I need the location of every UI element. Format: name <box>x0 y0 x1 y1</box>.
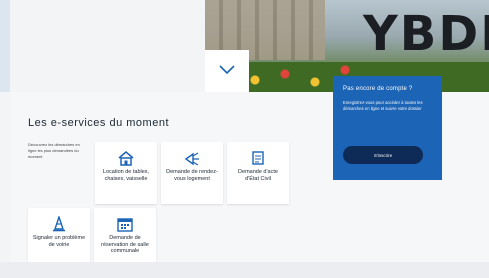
chevron-down-icon[interactable] <box>219 64 235 76</box>
section-intro: Découvrez les démarches en ligne les plu… <box>28 142 80 159</box>
eservice-tile-location-tables[interactable]: Location de tables, chaises, vaisselle <box>95 142 157 204</box>
left-panel <box>0 0 10 92</box>
eservice-tile-label: Signaler un problème de voirie <box>32 235 86 248</box>
eservice-tile-label: Demande de réservation de salle communal… <box>101 235 149 254</box>
eservice-tile-voirie[interactable]: Signaler un problème de voirie <box>28 208 90 270</box>
promo-text: Enregistrez-vous pour accéder à toutes l… <box>343 100 423 111</box>
document-icon <box>252 151 264 165</box>
promo-title: Pas encore de compte ? <box>343 86 413 92</box>
account-promo-card: Pas encore de compte ? Enregistrez-vous … <box>333 76 442 180</box>
calendar-icon <box>117 218 133 232</box>
eservice-tile-etat-civil[interactable]: Demande d'acte d'État Civil <box>227 142 289 204</box>
section-title: Les e-services du moment <box>28 117 169 129</box>
eservice-tile-label: Demande d'acte d'État Civil <box>238 169 278 182</box>
signup-button[interactable]: S'inscrire <box>343 146 423 164</box>
hero-monument-letters: YBDE <box>363 6 489 62</box>
megaphone-icon <box>184 152 199 166</box>
eservice-tile-reservation-salle[interactable]: Demande de réservation de salle communal… <box>94 208 156 270</box>
eservice-tile-rendez-vous[interactable]: Demande de rendez-vous logement <box>161 142 223 204</box>
eservice-tile-label: Location de tables, chaises, vaisselle <box>102 169 150 182</box>
bottom-divider <box>0 262 489 278</box>
house-icon <box>118 151 134 166</box>
cone-icon <box>53 216 65 232</box>
eservice-tile-label: Demande de rendez-vous logement <box>166 169 218 182</box>
